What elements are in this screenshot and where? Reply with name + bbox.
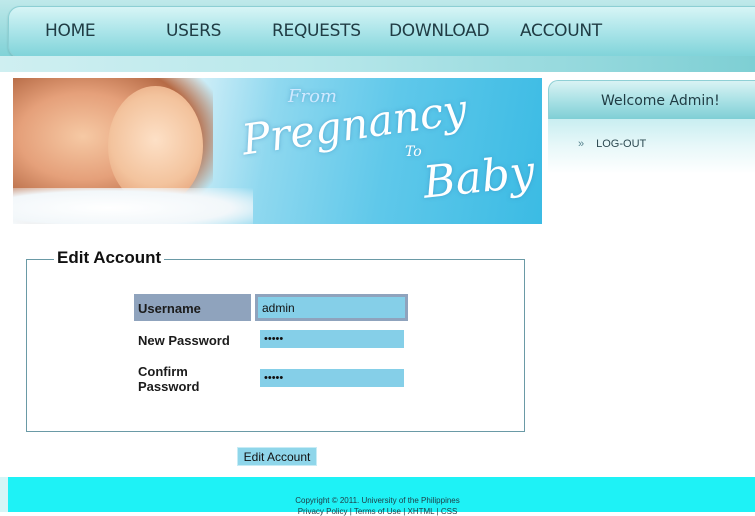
- new-password-label: New Password: [138, 333, 230, 348]
- copyright-text: Copyright © 2011. University of the Phil…: [295, 496, 460, 505]
- username-field-wrapper: [255, 294, 408, 321]
- confirm-password-input[interactable]: [260, 369, 404, 387]
- banner-to-text: To: [405, 144, 422, 160]
- banner-image: From Pregnancy To Baby: [13, 78, 542, 224]
- confirm-password-label-line2: Password: [138, 379, 200, 394]
- footer: Copyright © 2011. University of the Phil…: [8, 477, 755, 516]
- bullet-icon: »: [578, 138, 585, 150]
- nav-users[interactable]: USERS: [166, 21, 221, 41]
- banner-baby-text: Baby: [420, 146, 537, 209]
- logout-link[interactable]: » LOG-OUT: [578, 138, 646, 150]
- banner-pregnancy-text: Pregnancy: [238, 84, 470, 165]
- nav-download[interactable]: DOWNLOAD: [389, 21, 490, 41]
- username-input[interactable]: [258, 297, 405, 318]
- welcome-message: Welcome Admin!: [601, 93, 720, 109]
- username-label: Username: [134, 294, 251, 321]
- confirm-password-label: Confirm Password: [138, 364, 199, 394]
- sidebar-header: Welcome Admin!: [548, 80, 755, 120]
- confirm-password-label-line1: Confirm: [138, 364, 188, 379]
- edit-account-button[interactable]: Edit Account: [237, 447, 317, 466]
- logout-label: LOG-OUT: [596, 138, 647, 150]
- nav-home[interactable]: HOME: [45, 21, 96, 41]
- header-wave-divider: [0, 56, 755, 72]
- banner-cloud: [13, 188, 253, 224]
- main-navigation: HOME USERS REQUESTS DOWNLOAD ACCOUNT: [8, 6, 755, 58]
- nav-requests[interactable]: REQUESTS: [272, 21, 361, 41]
- nav-account[interactable]: ACCOUNT: [520, 21, 602, 41]
- new-password-input[interactable]: [260, 330, 404, 348]
- edit-account-legend: Edit Account: [54, 248, 165, 268]
